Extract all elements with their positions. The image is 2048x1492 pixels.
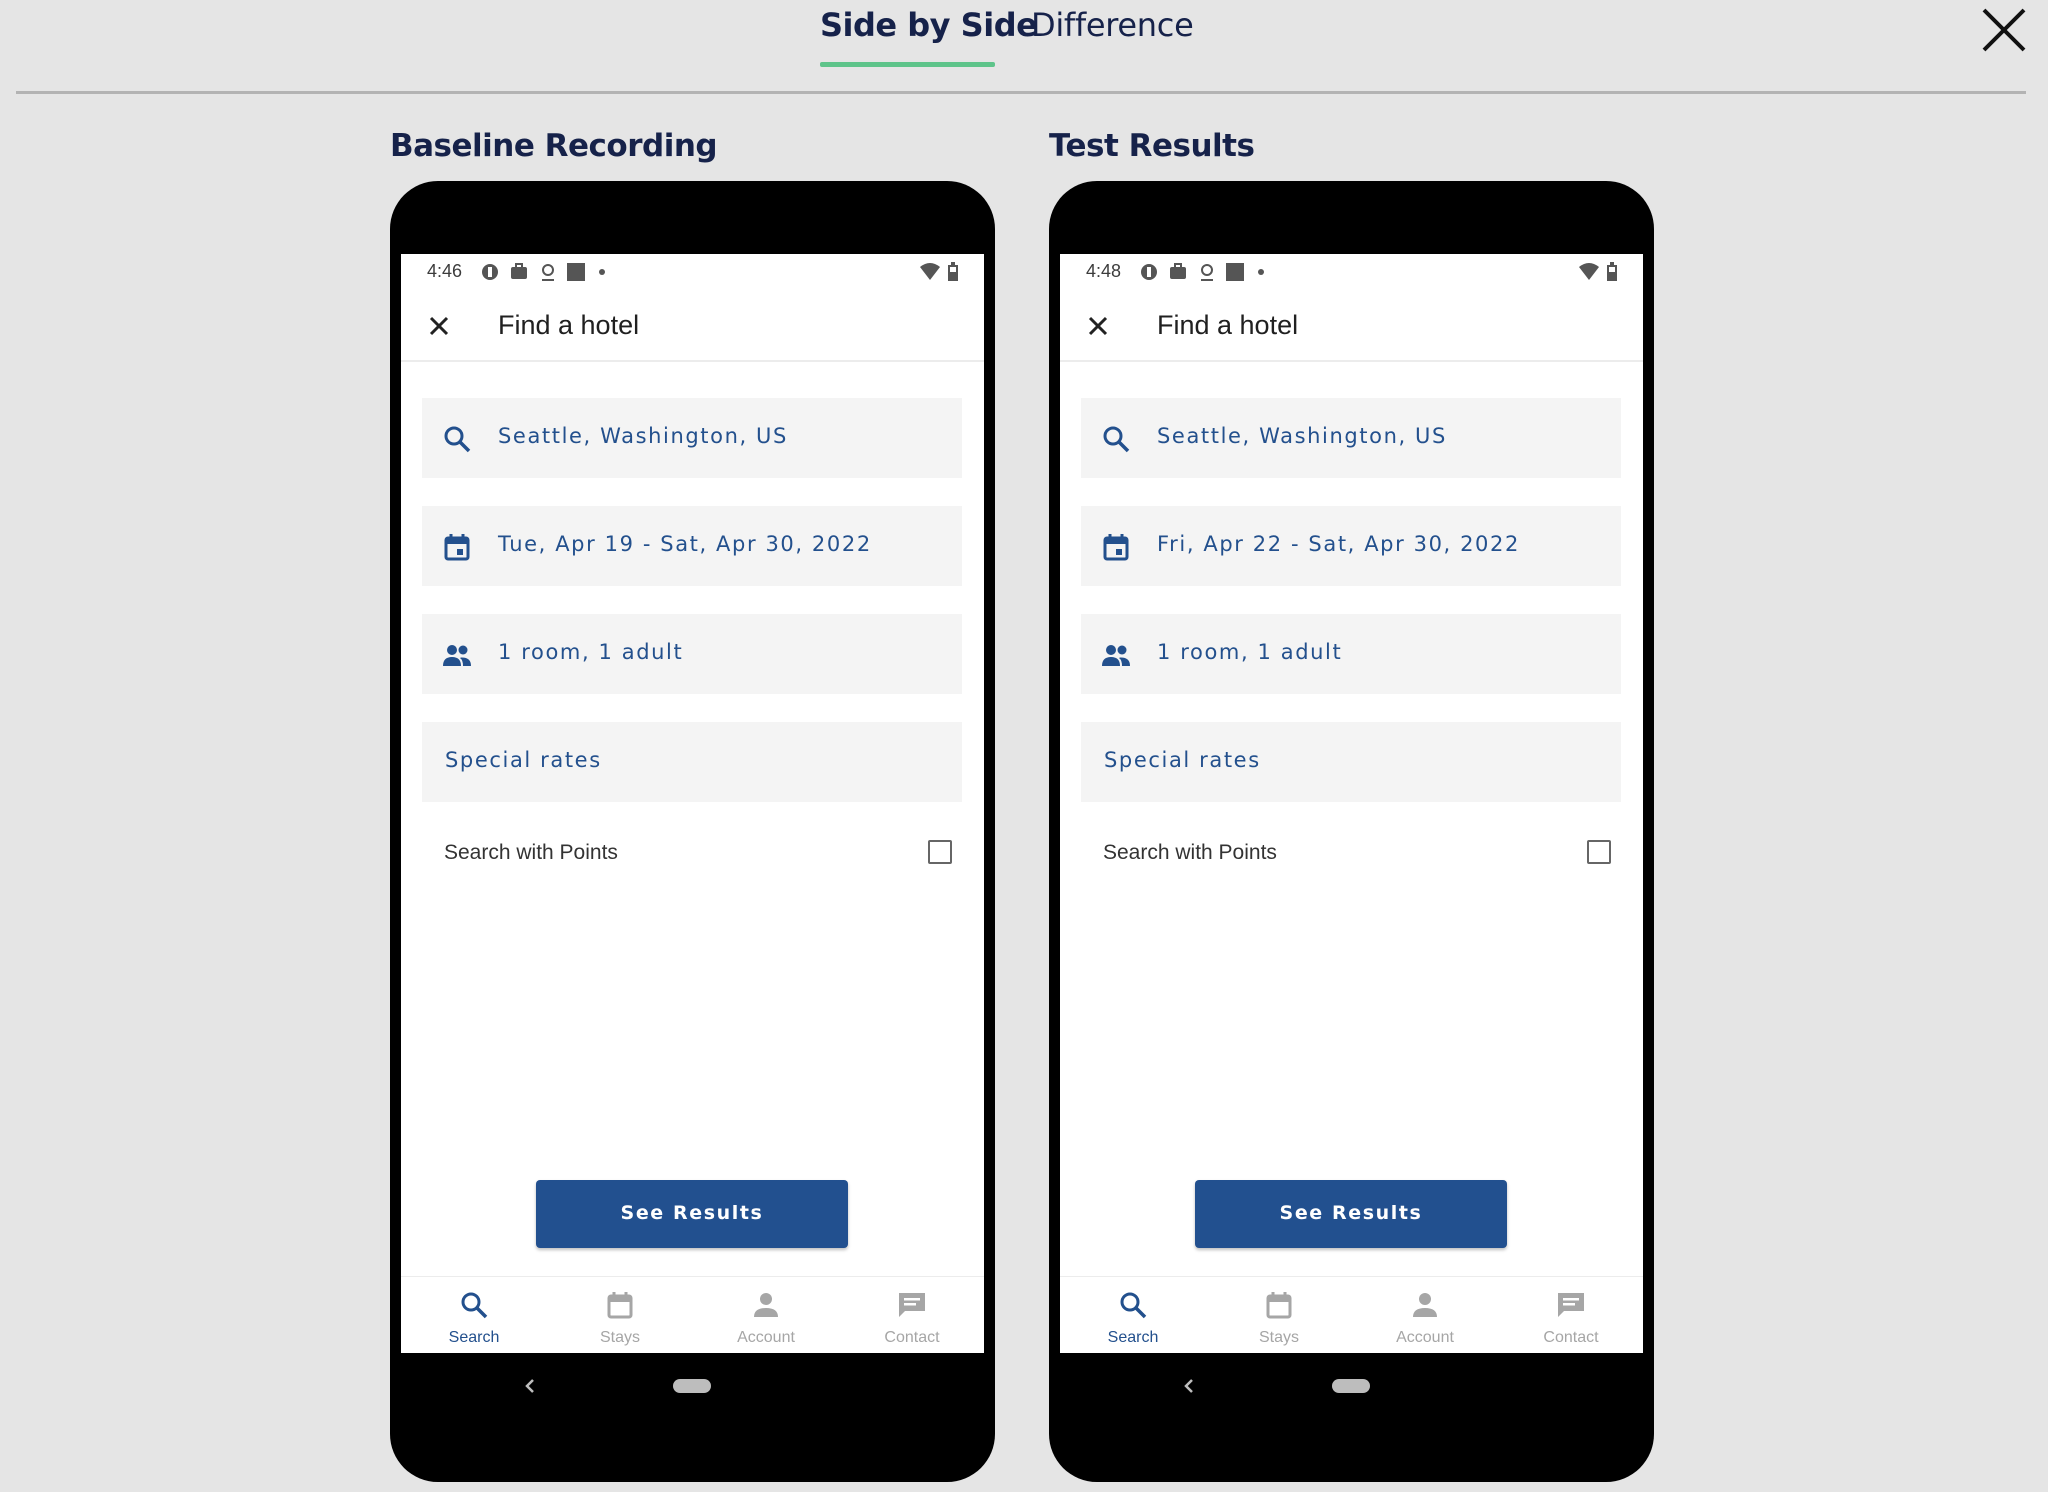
search-with-points-checkbox[interactable] [928, 840, 952, 864]
dates-value: Tue, Apr 19 - Sat, Apr 30, 2022 [498, 532, 872, 556]
active-tab-indicator [820, 62, 995, 67]
baseline-phone-frame: 4:46 Find a hotel Seattle, Washington, U… [390, 181, 995, 1482]
briefcase-icon [1170, 263, 1186, 279]
chat-icon [899, 1293, 925, 1317]
tab-side-by-side[interactable]: Side by Side [820, 6, 1038, 44]
guests-value: 1 room, 1 adult [1157, 640, 1343, 664]
search-with-points-checkbox[interactable] [1587, 840, 1611, 864]
battery-icon [948, 262, 958, 281]
location-value: Seattle, Washington, US [498, 424, 788, 448]
close-icon[interactable] [1978, 4, 2030, 56]
bottom-navigation: Search Stays Account Contact [401, 1276, 984, 1353]
dates-field[interactable]: Tue, Apr 19 - Sat, Apr 30, 2022 [422, 506, 962, 586]
app-bar: Find a hotel [1060, 292, 1643, 362]
search-icon [461, 1292, 488, 1319]
location-value: Seattle, Washington, US [1157, 424, 1447, 448]
nav-stays[interactable]: Stays [547, 1277, 693, 1353]
nav-contact[interactable]: Contact [1498, 1277, 1643, 1353]
nav-account[interactable]: Account [693, 1277, 839, 1353]
page-title: Find a hotel [498, 310, 640, 340]
location-field[interactable]: Seattle, Washington, US [1081, 398, 1621, 478]
guests-field[interactable]: 1 room, 1 adult [422, 614, 962, 694]
nav-contact-label: Contact [884, 1329, 940, 1346]
search-icon [1120, 1292, 1147, 1319]
status-time: 4:48 [1086, 261, 1122, 281]
nav-search[interactable]: Search [401, 1277, 547, 1353]
dot-icon [1258, 269, 1264, 275]
back-chevron-icon[interactable] [1179, 1374, 1199, 1398]
location-field[interactable]: Seattle, Washington, US [422, 398, 962, 478]
close-icon[interactable] [1082, 310, 1114, 342]
dot-icon [599, 269, 605, 275]
guests-field[interactable]: 1 room, 1 adult [1081, 614, 1621, 694]
app-bar: Find a hotel [401, 292, 984, 362]
nav-search[interactable]: Search [1060, 1277, 1206, 1353]
test-phone-screen: 4:48 Find a hotel Seattle, Washington, U… [1060, 254, 1643, 1353]
nav-contact[interactable]: Contact [839, 1277, 984, 1353]
special-rates-label: Special rates [445, 748, 602, 772]
baseline-phone-screen: 4:46 Find a hotel Seattle, Washington, U… [401, 254, 984, 1353]
nav-account-label: Account [737, 1329, 795, 1346]
status-bar: 4:46 [401, 254, 984, 292]
bottom-navigation: Search Stays Account Contact [1060, 1276, 1643, 1353]
chat-icon [1558, 1293, 1584, 1317]
see-results-button[interactable]: See Results [536, 1180, 848, 1248]
tab-difference[interactable]: Difference [1031, 6, 1194, 44]
notification-icon [1141, 264, 1157, 280]
calendar-icon [607, 1292, 633, 1319]
nav-account[interactable]: Account [1352, 1277, 1498, 1353]
special-rates-field[interactable]: Special rates [1081, 722, 1621, 802]
location-icon [1201, 264, 1213, 281]
nav-stays[interactable]: Stays [1206, 1277, 1352, 1353]
back-chevron-icon[interactable] [520, 1374, 540, 1398]
search-with-points-label: Search with Points [1103, 841, 1277, 864]
tab-divider [16, 91, 2026, 94]
nav-account-label: Account [1396, 1329, 1454, 1346]
see-results-button[interactable]: See Results [1195, 1180, 1507, 1248]
close-icon[interactable] [423, 310, 455, 342]
nav-search-label: Search [1107, 1329, 1159, 1346]
guests-value: 1 room, 1 adult [498, 640, 684, 664]
calendar-icon [1266, 1292, 1292, 1319]
person-icon [754, 1293, 778, 1317]
wifi-icon [920, 263, 940, 280]
test-phone-frame: 4:48 Find a hotel Seattle, Washington, U… [1049, 181, 1654, 1482]
status-time: 4:46 [427, 261, 463, 281]
see-results-label: See Results [620, 1202, 764, 1224]
see-results-label: See Results [1279, 1202, 1423, 1224]
briefcase-icon [511, 263, 527, 279]
people-icon [443, 645, 471, 666]
nav-contact-label: Contact [1543, 1329, 1599, 1346]
search-with-points-label: Search with Points [444, 841, 618, 864]
home-pill[interactable] [673, 1379, 711, 1393]
status-bar: 4:48 [1060, 254, 1643, 292]
search-icon [444, 426, 471, 453]
battery-icon [1607, 262, 1617, 281]
special-rates-field[interactable]: Special rates [422, 722, 962, 802]
comparison-tab-bar: Side by Side Difference [0, 0, 2048, 96]
dates-field[interactable]: Fri, Apr 22 - Sat, Apr 30, 2022 [1081, 506, 1621, 586]
home-pill[interactable] [1332, 1379, 1370, 1393]
people-icon [1102, 645, 1130, 666]
dates-value: Fri, Apr 22 - Sat, Apr 30, 2022 [1157, 532, 1520, 556]
test-panel-title: Test Results [1049, 128, 1255, 164]
square-icon [1226, 263, 1244, 281]
page-title: Find a hotel [1157, 310, 1299, 340]
wifi-icon [1579, 263, 1599, 280]
notification-icon [482, 264, 498, 280]
location-icon [542, 264, 554, 281]
nav-stays-label: Stays [599, 1329, 640, 1346]
nav-stays-label: Stays [1258, 1329, 1299, 1346]
calendar-icon [1103, 534, 1129, 561]
special-rates-label: Special rates [1104, 748, 1261, 772]
calendar-icon [444, 534, 470, 561]
square-icon [567, 263, 585, 281]
baseline-panel-title: Baseline Recording [390, 128, 718, 164]
search-icon [1103, 426, 1130, 453]
person-icon [1413, 1293, 1437, 1317]
nav-search-label: Search [448, 1329, 500, 1346]
